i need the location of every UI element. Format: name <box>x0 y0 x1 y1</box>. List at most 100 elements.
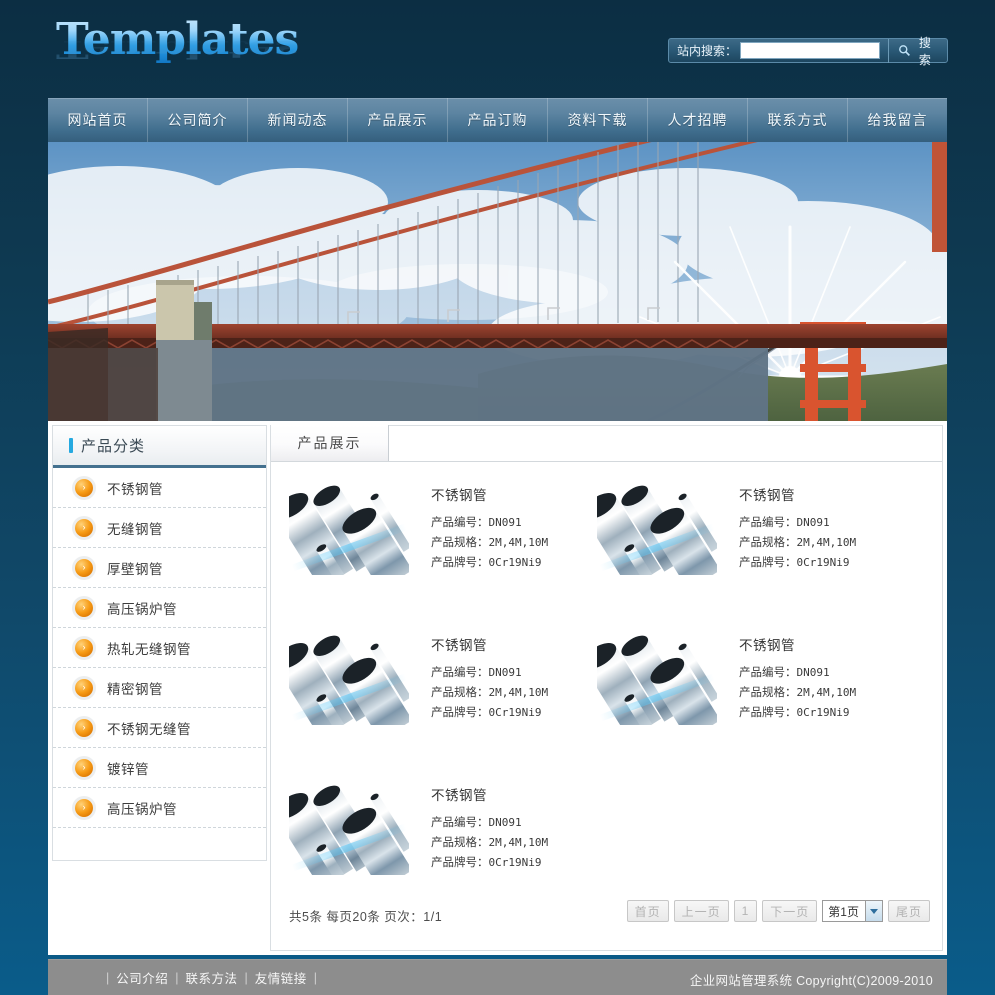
product-code-row: 产品编号：DN091 <box>431 813 548 833</box>
arrow-circle-icon: › <box>75 518 93 537</box>
product-grid: 不锈钢管 产品编号：DN091 产品规格：2M,4M,10M 产品牌号：0Cr1… <box>271 462 942 932</box>
footer-separator: | <box>106 970 110 985</box>
product-info: 不锈钢管 产品编号：DN091 产品规格：2M,4M,10M 产品牌号：0Cr1… <box>739 482 856 608</box>
main-navigation: 网站首页 公司简介 新闻动态 产品展示 产品订购 资料下载 人才招聘 联系方式 … <box>48 98 947 142</box>
sidebar-item-label: 高压锅炉管 <box>107 601 177 617</box>
sidebar-item-label: 高压锅炉管 <box>107 801 177 817</box>
product-grade-value: 0Cr19Ni9 <box>488 706 542 719</box>
product-grade-label: 产品牌号： <box>431 557 489 569</box>
product-info: 不锈钢管 产品编号：DN091 产品规格：2M,4M,10M 产品牌号：0Cr1… <box>431 782 548 908</box>
sidebar-item-seamless-steel-pipe[interactable]: › 无缝钢管 <box>53 508 266 548</box>
product-grade-row: 产品牌号：0Cr19Ni9 <box>431 703 548 723</box>
pagination-controls: 首页 上一页 1 下一页 第1页 尾页 <box>626 900 930 922</box>
footer-separator: | <box>244 970 248 985</box>
product-spec-value: 2M,4M,10M <box>488 686 549 699</box>
product-card[interactable]: 不锈钢管 产品编号：DN091 产品规格：2M,4M,10M 产品牌号：0Cr1… <box>289 632 597 758</box>
pagination-first-button[interactable]: 首页 <box>626 900 669 922</box>
nav-item-products[interactable]: 产品展示 <box>348 98 448 142</box>
nav-item-downloads[interactable]: 资料下载 <box>548 98 648 142</box>
footer-link-friendly-links[interactable]: 友情链接 <box>255 968 307 987</box>
arrow-circle-icon: › <box>75 558 93 577</box>
product-code-row: 产品编号：DN091 <box>431 663 548 683</box>
footer-link-company-intro[interactable]: 公司介绍 <box>116 968 168 987</box>
product-spec-row: 产品规格：2M,4M,10M <box>739 683 856 703</box>
product-grade-row: 产品牌号：0Cr19Ni9 <box>431 853 548 873</box>
search-input[interactable] <box>740 42 881 59</box>
search-button[interactable]: 搜 索 <box>889 36 947 67</box>
product-title[interactable]: 不锈钢管 <box>431 484 548 504</box>
product-grade-row: 产品牌号：0Cr19Ni9 <box>431 553 548 573</box>
site-logo[interactable]: Templates Templates <box>56 16 326 86</box>
pagination-page-1[interactable]: 1 <box>733 900 758 922</box>
product-grade-value: 0Cr19Ni9 <box>796 556 850 569</box>
product-title[interactable]: 不锈钢管 <box>431 784 548 804</box>
product-spec-label: 产品规格： <box>431 837 489 849</box>
arrow-circle-icon: › <box>75 678 93 697</box>
product-code-value: DN091 <box>488 516 522 529</box>
footer-link-contact[interactable]: 联系方法 <box>186 968 238 987</box>
product-thumbnail <box>289 782 409 875</box>
sidebar-item-galvanized-pipe[interactable]: › 镀锌管 <box>53 748 266 788</box>
product-category-sidebar: 产品分类 › 不锈钢管 › 无缝钢管 › 厚壁钢管 › 高压锅炉管 › 热轧无缝… <box>52 425 267 861</box>
nav-item-guestbook[interactable]: 给我留言 <box>848 98 947 142</box>
tab-product-showcase[interactable]: 产品展示 <box>271 425 389 461</box>
site-header: Templates Templates 站内搜索： 搜 索 <box>0 0 995 98</box>
footer-copyright: 企业网站管理系统 Copyright(C)2009-2010 <box>689 974 933 988</box>
sidebar-item-high-pressure-boiler-pipe[interactable]: › 高压锅炉管 <box>53 588 266 628</box>
pagination-page-select[interactable]: 第1页 <box>822 900 883 922</box>
sidebar-item-hot-rolled-seamless-pipe[interactable]: › 热轧无缝钢管 <box>53 628 266 668</box>
footer-separator: | <box>313 970 318 985</box>
pagination-prev-button[interactable]: 上一页 <box>673 900 729 922</box>
sidebar-item-label: 镀锌管 <box>107 761 149 777</box>
pagination-summary: 共5条 每页20条 页次：1/1 <box>289 910 443 924</box>
product-code-value: DN091 <box>488 816 522 829</box>
nav-item-order[interactable]: 产品订购 <box>448 98 548 142</box>
content-header: 产品展示 <box>271 425 942 462</box>
search-icon <box>898 44 911 57</box>
product-title[interactable]: 不锈钢管 <box>739 634 856 654</box>
product-code-label: 产品编号： <box>431 517 489 529</box>
sidebar-item-precision-steel-pipe[interactable]: › 精密钢管 <box>53 668 266 708</box>
sidebar-accent-bar <box>69 438 73 453</box>
product-code-value: DN091 <box>796 516 830 529</box>
pagination-next-button[interactable]: 下一页 <box>762 900 818 922</box>
nav-item-jobs[interactable]: 人才招聘 <box>648 98 748 142</box>
page-root: Templates Templates 站内搜索： 搜 索 网站首页 公司简介 … <box>0 0 995 995</box>
product-spec-label: 产品规格： <box>431 537 489 549</box>
sidebar-item-thick-wall-pipe[interactable]: › 厚壁钢管 <box>53 548 266 588</box>
product-info: 不锈钢管 产品编号：DN091 产品规格：2M,4M,10M 产品牌号：0Cr1… <box>739 632 856 758</box>
product-spec-label: 产品规格： <box>739 537 797 549</box>
product-spec-row: 产品规格：2M,4M,10M <box>739 533 856 553</box>
site-footer: | 公司介绍 | 联系方法 | 友情链接 | 企业网站管理系统 Copyrigh… <box>48 959 947 995</box>
product-code-label: 产品编号： <box>431 667 489 679</box>
nav-item-news[interactable]: 新闻动态 <box>248 98 348 142</box>
nav-item-about[interactable]: 公司简介 <box>148 98 248 142</box>
product-spec-row: 产品规格：2M,4M,10M <box>431 683 548 703</box>
sidebar-item-stainless-steel-pipe[interactable]: › 不锈钢管 <box>53 468 266 508</box>
product-code-row: 产品编号：DN091 <box>739 663 856 683</box>
sidebar-item-label: 不锈钢管 <box>107 481 163 497</box>
sidebar-item-high-pressure-boiler-pipe-2[interactable]: › 高压锅炉管 <box>53 788 266 828</box>
product-thumbnail <box>289 632 409 725</box>
pagination-last-button[interactable]: 尾页 <box>887 900 930 922</box>
product-card[interactable]: 不锈钢管 产品编号：DN091 产品规格：2M,4M,10M 产品牌号：0Cr1… <box>289 782 597 908</box>
product-spec-row: 产品规格：2M,4M,10M <box>431 533 548 553</box>
product-thumbnail <box>597 482 717 575</box>
sidebar-item-stainless-seamless-pipe[interactable]: › 不锈钢无缝管 <box>53 708 266 748</box>
product-card[interactable]: 不锈钢管 产品编号：DN091 产品规格：2M,4M,10M 产品牌号：0Cr1… <box>597 632 905 758</box>
product-title[interactable]: 不锈钢管 <box>739 484 856 504</box>
search-label: 站内搜索： <box>677 44 738 58</box>
product-code-row: 产品编号：DN091 <box>739 513 856 533</box>
category-list: › 不锈钢管 › 无缝钢管 › 厚壁钢管 › 高压锅炉管 › 热轧无缝钢管 › … <box>53 468 266 828</box>
pagination-bar: 共5条 每页20条 页次：1/1 首页 上一页 1 下一页 第1页 尾页 <box>271 900 944 930</box>
nav-item-contact[interactable]: 联系方式 <box>748 98 848 142</box>
product-title[interactable]: 不锈钢管 <box>431 634 548 654</box>
product-card[interactable]: 不锈钢管 产品编号：DN091 产品规格：2M,4M,10M 产品牌号：0Cr1… <box>289 482 597 608</box>
nav-item-home[interactable]: 网站首页 <box>48 98 148 142</box>
sidebar-header: 产品分类 <box>53 426 266 468</box>
product-card[interactable]: 不锈钢管 产品编号：DN091 产品规格：2M,4M,10M 产品牌号：0Cr1… <box>597 482 905 608</box>
arrow-circle-icon: › <box>75 798 93 817</box>
product-code-row: 产品编号：DN091 <box>431 513 548 533</box>
product-spec-row: 产品规格：2M,4M,10M <box>431 833 548 853</box>
arrow-circle-icon: › <box>75 638 93 657</box>
